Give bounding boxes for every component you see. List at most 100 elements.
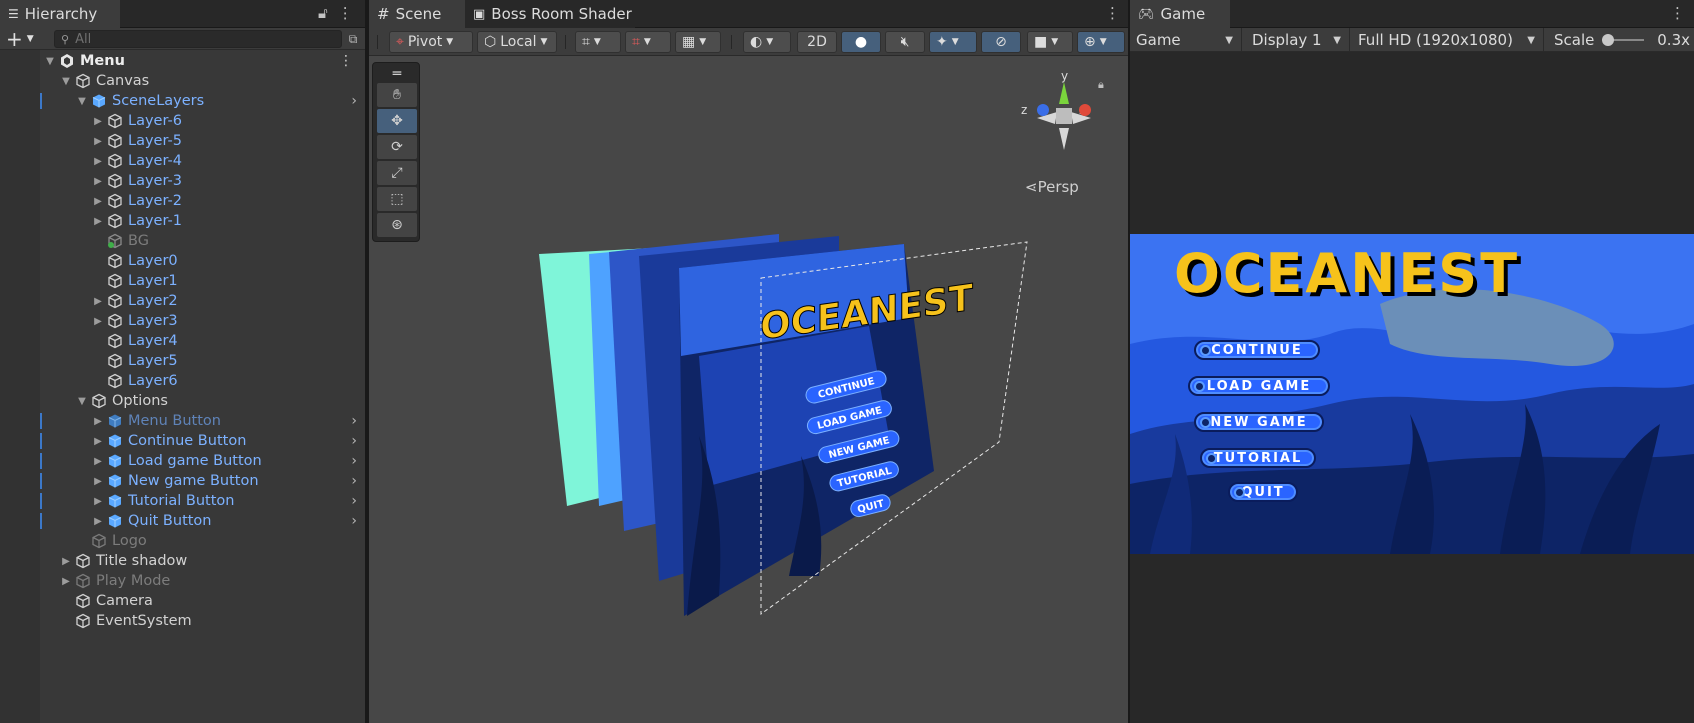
tree-item-logo[interactable]: Logo — [0, 531, 365, 551]
rotate-tool-button[interactable]: ⟳ — [377, 135, 417, 159]
hand-tool-button[interactable]: ✋︎ — [377, 83, 417, 107]
expand-arrow-icon[interactable]: ▶ — [90, 496, 106, 507]
expand-arrow-icon[interactable]: ▶ — [90, 456, 106, 467]
expand-arrow-icon[interactable]: ▶ — [90, 516, 106, 527]
chevron-right-icon[interactable]: › — [351, 93, 357, 109]
gizmo-z-axis[interactable] — [1037, 104, 1049, 116]
tree-item-menu[interactable]: ▼ Menu ⋮ — [0, 51, 365, 71]
expand-arrow-icon[interactable]: ▶ — [90, 476, 106, 487]
expand-arrow-icon[interactable]: ▶ — [90, 216, 106, 227]
gizmo-y-axis[interactable] — [1059, 82, 1069, 104]
expand-arrow-icon[interactable]: ▼ — [42, 56, 58, 67]
tree-item-tutorial-button[interactable]: ▶ Tutorial Button › — [0, 491, 365, 511]
expand-arrow-icon[interactable]: ▶ — [90, 116, 106, 127]
scene-viewport[interactable]: OCEANEST CONTINUE LOAD GAME NEW GAME TUT… — [369, 56, 1128, 723]
create-button[interactable]: + ▼ — [6, 27, 46, 51]
expand-arrow-icon[interactable]: ▼ — [74, 396, 90, 407]
tree-item-layer5[interactable]: Layer5 — [0, 351, 365, 371]
expand-arrow-icon[interactable]: ▶ — [90, 436, 106, 447]
tree-item-load-game-button[interactable]: ▶ Load game Button › — [0, 451, 365, 471]
drag-handle-icon[interactable]: ═ — [377, 66, 417, 82]
tree-item-menu-button[interactable]: ▶ Menu Button › — [0, 411, 365, 431]
search-options-icon[interactable]: ⧉ — [344, 30, 362, 48]
gizmo-x-axis[interactable] — [1079, 104, 1091, 116]
draw-mode-dropdown[interactable]: ◐ ▼ — [743, 31, 791, 53]
lighting-toggle[interactable]: ● — [841, 31, 881, 53]
chevron-right-icon[interactable]: › — [351, 433, 357, 449]
tree-item-layer-m2[interactable]: ▶ Layer-2 — [0, 191, 365, 211]
tree-item-quit-button[interactable]: ▶ Quit Button › — [0, 511, 365, 531]
tree-item-layer6[interactable]: Layer6 — [0, 371, 365, 391]
grid-visibility-button[interactable]: ▦ ▼ — [675, 31, 721, 53]
projection-label[interactable]: ⋖Persp — [1025, 178, 1079, 196]
tab-scene[interactable]: # Scene — [369, 0, 465, 28]
display-dropdown[interactable]: Display 1 ▼ — [1246, 28, 1350, 52]
kebab-menu-icon[interactable]: ⋮ — [339, 53, 353, 69]
tree-item-layer2[interactable]: ▶ Layer2 — [0, 291, 365, 311]
game-view-dropdown[interactable]: Game ▼ — [1130, 28, 1242, 52]
tutorial-button[interactable]: TUTORIAL — [1200, 448, 1316, 468]
scene-visibility-toggle[interactable]: ⊘ — [981, 31, 1021, 53]
tree-item-layer0[interactable]: Layer0 — [0, 251, 365, 271]
tree-item-layer1[interactable]: Layer1 — [0, 271, 365, 291]
increment-snap-button[interactable]: ⌗ ▼ — [625, 31, 671, 53]
tree-item-scenelayers[interactable]: ▼ SceneLayers › — [0, 91, 365, 111]
tree-item-bg[interactable]: BG — [0, 231, 365, 251]
new-game-button[interactable]: NEW GAME — [1194, 412, 1324, 432]
quit-button[interactable]: QUIT — [1228, 482, 1298, 502]
expand-arrow-icon[interactable]: ▶ — [90, 296, 106, 307]
tree-item-layer3[interactable]: ▶ Layer3 — [0, 311, 365, 331]
tree-item-layer-m3[interactable]: ▶ Layer-3 — [0, 171, 365, 191]
chevron-right-icon[interactable]: › — [351, 513, 357, 529]
lock-icon[interactable]: 🔒︎ — [1098, 78, 1104, 92]
tree-item-layer4[interactable]: Layer4 — [0, 331, 365, 351]
expand-arrow-icon[interactable]: ▶ — [90, 416, 106, 427]
tab-game[interactable]: 🎮︎ Game — [1130, 0, 1230, 28]
lock-icon[interactable]: 🔓︎ — [318, 4, 328, 22]
continue-button[interactable]: CONTINUE — [1194, 340, 1320, 360]
tab-boss-room-shader[interactable]: ▣ Boss Room Shader — [465, 0, 635, 28]
2d-toggle[interactable]: 2D — [797, 31, 837, 53]
gizmos-dropdown[interactable]: ⊕ ▼ — [1077, 31, 1125, 53]
tree-item-layer-m5[interactable]: ▶ Layer-5 — [0, 131, 365, 151]
expand-arrow-icon[interactable]: ▼ — [74, 96, 90, 107]
rect-tool-button[interactable]: ⬚ — [377, 187, 417, 211]
audio-toggle[interactable]: 🔇︎ — [885, 31, 925, 53]
effects-dropdown[interactable]: ✦ ▼ — [929, 31, 977, 53]
tree-item-play-mode[interactable]: ▶ Play Mode — [0, 571, 365, 591]
chevron-right-icon[interactable]: › — [351, 473, 357, 489]
search-input[interactable]: ⚲ All — [54, 30, 342, 48]
tree-item-layer-m6[interactable]: ▶ Layer-6 — [0, 111, 365, 131]
tree-item-layer-m1[interactable]: ▶ Layer-1 — [0, 211, 365, 231]
tree-item-eventsystem[interactable]: EventSystem — [0, 611, 365, 631]
expand-arrow-icon[interactable]: ▶ — [90, 316, 106, 327]
tree-item-camera[interactable]: Camera — [0, 591, 365, 611]
kebab-menu-icon[interactable]: ⋮ — [1670, 4, 1685, 22]
scale-slider-thumb[interactable] — [1602, 34, 1614, 46]
scale-slider[interactable] — [1602, 34, 1644, 46]
expand-arrow-icon[interactable]: ▶ — [90, 136, 106, 147]
move-tool-button[interactable]: ✥ — [377, 109, 417, 133]
pivot-dropdown[interactable]: ⌖ Pivot ▼ — [389, 31, 473, 53]
expand-arrow-icon[interactable]: ▶ — [90, 196, 106, 207]
resolution-dropdown[interactable]: Full HD (1920x1080) ▼ — [1352, 28, 1544, 52]
tree-item-canvas[interactable]: ▼ Canvas — [0, 71, 365, 91]
tree-item-continue-button[interactable]: ▶ Continue Button › — [0, 431, 365, 451]
tree-item-layer-m4[interactable]: ▶ Layer-4 — [0, 151, 365, 171]
expand-arrow-icon[interactable]: ▶ — [58, 576, 74, 587]
chevron-right-icon[interactable]: › — [351, 453, 357, 469]
chevron-right-icon[interactable]: › — [351, 413, 357, 429]
load-game-button[interactable]: LOAD GAME — [1188, 376, 1330, 396]
orientation-gizmo[interactable]: y z x — [1019, 70, 1109, 160]
tab-hierarchy[interactable]: ☰ Hierarchy — [0, 0, 120, 28]
local-dropdown[interactable]: ⬡ Local ▼ — [477, 31, 557, 53]
kebab-menu-icon[interactable]: ⋮ — [1105, 4, 1120, 22]
chevron-right-icon[interactable]: › — [351, 493, 357, 509]
camera-settings-dropdown[interactable]: ■ ▼ — [1027, 31, 1073, 53]
transform-tool-button[interactable]: ⊛ — [377, 213, 417, 237]
kebab-menu-icon[interactable]: ⋮ — [338, 4, 353, 22]
tree-item-title-shadow[interactable]: ▶ Title shadow — [0, 551, 365, 571]
expand-arrow-icon[interactable]: ▶ — [90, 176, 106, 187]
tree-item-new-game-button[interactable]: ▶ New game Button › — [0, 471, 365, 491]
tree-item-options[interactable]: ▼ Options — [0, 391, 365, 411]
